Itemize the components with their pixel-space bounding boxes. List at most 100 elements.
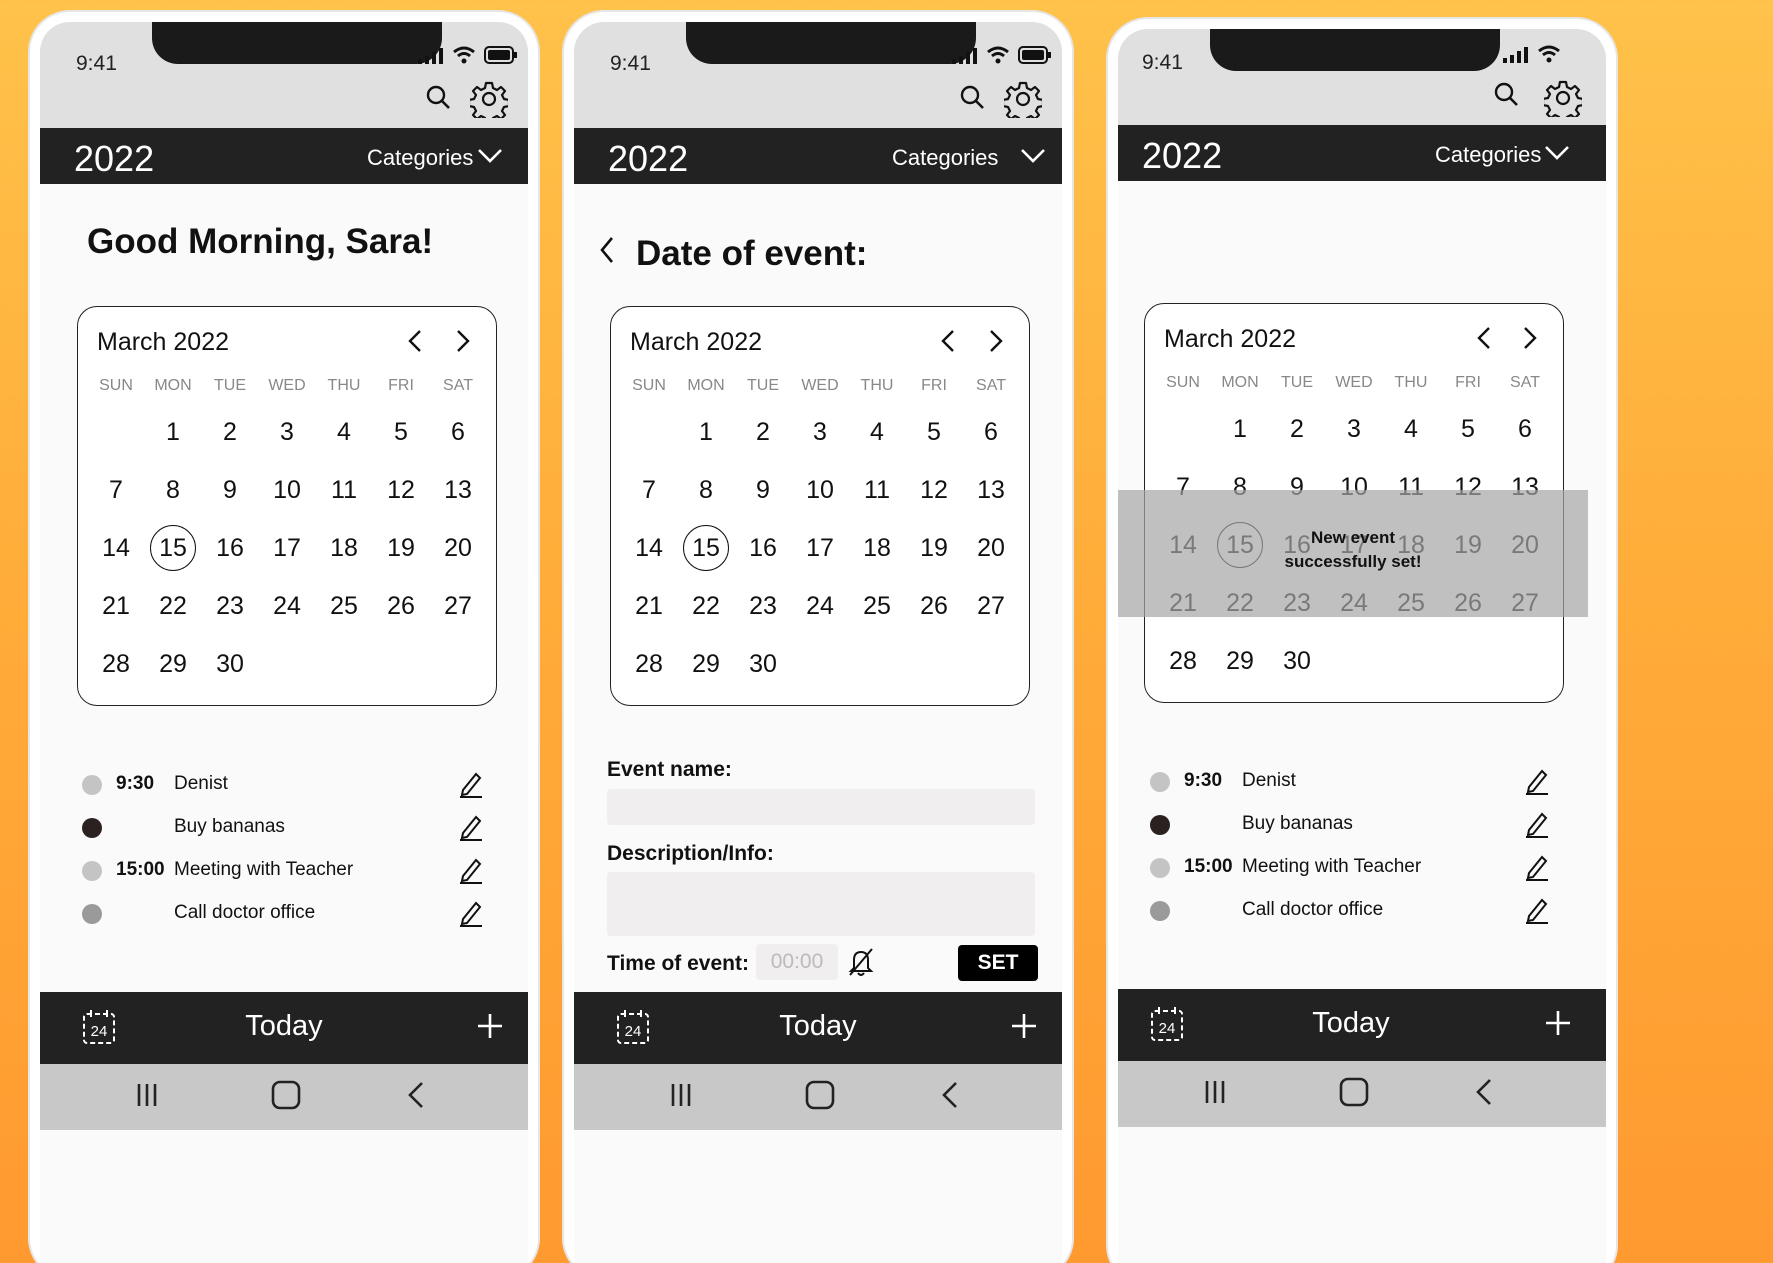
calendar-day[interactable]: 3 [792,410,848,454]
plus-icon[interactable] [476,1012,504,1040]
edit-pencil-icon[interactable] [458,899,484,927]
calendar-day[interactable]: 27 [430,584,486,628]
calendar-day[interactable]: 1 [678,410,734,454]
home-icon[interactable] [271,1080,301,1110]
calendar-day[interactable]: 16 [735,526,791,570]
event-row[interactable]: 9:30 Denist [82,770,488,800]
calendar-day[interactable]: 5 [373,410,429,454]
calendar-day[interactable]: 29 [145,642,201,686]
search-icon[interactable] [960,84,986,117]
calendar-day[interactable]: 28 [1155,639,1211,683]
edit-pencil-icon[interactable] [1524,853,1550,881]
back-icon[interactable] [940,1081,960,1109]
calendar-day[interactable]: 30 [735,642,791,686]
categories-dropdown[interactable]: Categories [367,145,473,171]
calendar-day[interactable]: 9 [202,468,258,512]
prev-month-chevron-icon[interactable] [939,329,957,353]
calendar-day[interactable]: 19 [373,526,429,570]
calendar-day[interactable]: 30 [202,642,258,686]
event-row[interactable]: Call doctor office [82,899,488,929]
calendar-day[interactable]: 26 [906,584,962,628]
description-input[interactable] [607,872,1035,936]
calendar-day[interactable]: 18 [316,526,372,570]
search-icon[interactable] [1494,81,1520,114]
next-month-chevron-icon[interactable] [454,329,472,353]
calendar-day[interactable]: 20 [963,526,1019,570]
calendar-day-selected[interactable]: 15 [145,525,201,571]
calendar-day[interactable]: 14 [621,526,677,570]
calendar-day[interactable]: 20 [430,526,486,570]
calendar-day[interactable]: 21 [621,584,677,628]
calendar-day[interactable]: 12 [373,468,429,512]
calendar-day[interactable]: 8 [678,468,734,512]
calendar-day[interactable]: 28 [88,642,144,686]
calendar-day[interactable]: 22 [678,584,734,628]
calendar-day[interactable]: 4 [316,410,372,454]
calendar-day[interactable]: 19 [906,526,962,570]
event-row[interactable]: 9:30 Denist [1150,767,1554,797]
plus-icon[interactable] [1544,1009,1572,1037]
edit-pencil-icon[interactable] [1524,767,1550,795]
categories-dropdown[interactable]: Categories [892,145,998,171]
event-name-input[interactable] [607,789,1035,825]
calendar-day[interactable]: 10 [792,468,848,512]
calendar-day[interactable]: 4 [1383,407,1439,451]
calendar-day[interactable]: 23 [202,584,258,628]
time-input[interactable]: 00:00 [756,944,838,980]
calendar-day[interactable]: 2 [1269,407,1325,451]
chevron-down-icon[interactable] [477,148,503,164]
next-month-chevron-icon[interactable] [987,329,1005,353]
next-month-chevron-icon[interactable] [1521,326,1539,350]
calendar-day[interactable]: 10 [259,468,315,512]
categories-dropdown[interactable]: Categories [1435,142,1541,168]
event-row[interactable]: Call doctor office [1150,896,1554,926]
calendar-day[interactable]: 8 [145,468,201,512]
calendar-day[interactable]: 3 [259,410,315,454]
chevron-down-icon[interactable] [1544,145,1570,161]
calendar-day[interactable]: 28 [621,642,677,686]
edit-pencil-icon[interactable] [458,813,484,841]
edit-pencil-icon[interactable] [1524,896,1550,924]
gear-icon[interactable] [1001,80,1045,125]
calendar-day[interactable]: 17 [259,526,315,570]
edit-pencil-icon[interactable] [458,770,484,798]
calendar-day[interactable]: 21 [88,584,144,628]
calendar-day[interactable]: 11 [849,468,905,512]
calendar-day[interactable]: 7 [621,468,677,512]
gear-icon[interactable] [467,80,511,125]
calendar-day[interactable]: 13 [963,468,1019,512]
set-button[interactable]: SET [958,945,1038,981]
calendar-day[interactable]: 17 [792,526,848,570]
calendar-day[interactable]: 4 [849,410,905,454]
calendar-day[interactable]: 6 [1497,407,1553,451]
chevron-down-icon[interactable] [1020,148,1046,164]
today-button[interactable]: Today [40,1010,528,1043]
event-row[interactable]: 15:00 Meeting with Teacher [1150,853,1554,883]
prev-month-chevron-icon[interactable] [1475,326,1493,350]
today-button[interactable]: Today [1118,1007,1584,1040]
calendar-day[interactable]: 9 [735,468,791,512]
calendar-day[interactable]: 5 [1440,407,1496,451]
calendar-day-selected[interactable]: 15 [678,525,734,571]
bell-off-icon[interactable] [847,946,875,978]
recent-apps-icon[interactable] [136,1082,158,1108]
calendar-day[interactable]: 12 [906,468,962,512]
prev-month-chevron-icon[interactable] [406,329,424,353]
plus-icon[interactable] [1010,1012,1038,1040]
recent-apps-icon[interactable] [670,1082,692,1108]
calendar-day[interactable]: 2 [735,410,791,454]
event-row[interactable]: Buy bananas [1150,810,1554,840]
calendar-day[interactable]: 25 [849,584,905,628]
calendar-day[interactable]: 18 [849,526,905,570]
calendar-day[interactable]: 3 [1326,407,1382,451]
back-chevron-icon[interactable] [598,236,616,264]
calendar-day[interactable]: 6 [430,410,486,454]
calendar-day[interactable]: 5 [906,410,962,454]
calendar-day[interactable]: 16 [202,526,258,570]
calendar-day[interactable]: 29 [678,642,734,686]
edit-pencil-icon[interactable] [458,856,484,884]
event-row[interactable]: 15:00 Meeting with Teacher [82,856,488,886]
calendar-day[interactable]: 24 [259,584,315,628]
home-icon[interactable] [1339,1077,1369,1107]
recent-apps-icon[interactable] [1204,1079,1226,1105]
